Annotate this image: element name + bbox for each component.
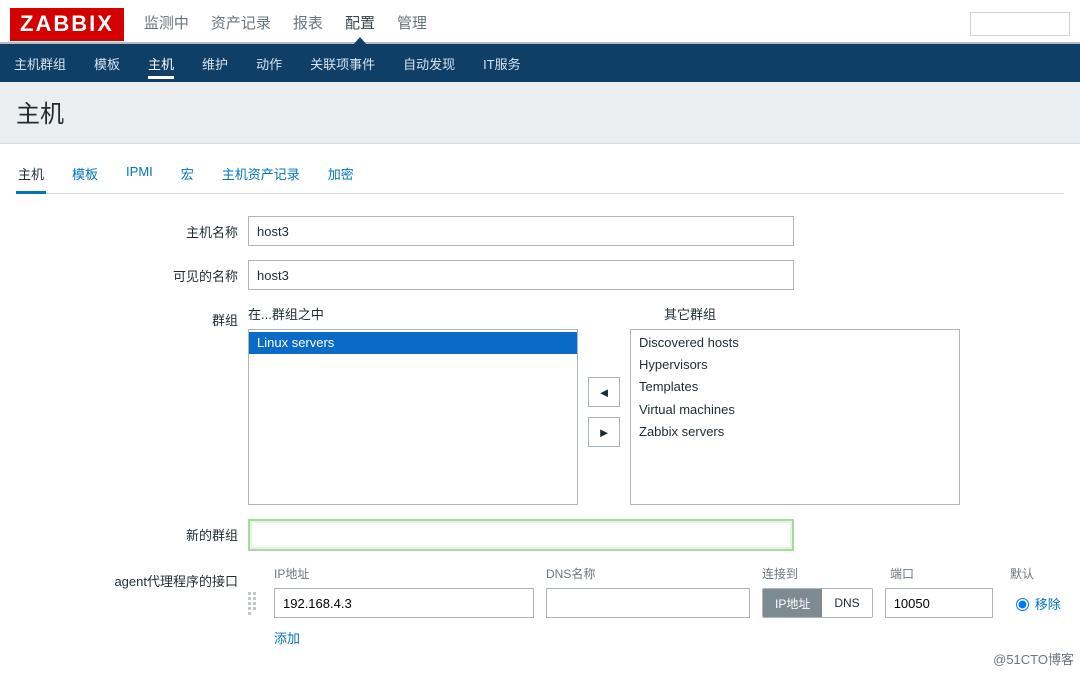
interface-remove-link[interactable]: 移除: [1035, 594, 1061, 613]
in-groups-listbox[interactable]: Linux servers: [248, 329, 578, 505]
new-group-input[interactable]: [248, 519, 794, 551]
other-group-option[interactable]: Virtual machines: [631, 399, 959, 421]
visible-name-input[interactable]: [248, 260, 794, 290]
connect-dns-button[interactable]: DNS: [822, 589, 871, 617]
top-bar: ZABBIX 监测中 资产记录 报表 配置 管理: [0, 0, 1080, 44]
subnav-itservices[interactable]: IT服务: [483, 44, 521, 83]
interface-port-input[interactable]: [885, 588, 993, 618]
connect-to-toggle: IP地址 DNS: [762, 588, 873, 618]
iface-header-port: 端口: [890, 565, 1010, 582]
iface-header-dns: DNS名称: [546, 565, 762, 582]
interface-ip-input[interactable]: [274, 588, 534, 618]
host-name-input[interactable]: [248, 216, 794, 246]
host-name-label: 主机名称: [16, 216, 248, 241]
move-left-button[interactable]: ◄: [588, 377, 620, 407]
global-search-input[interactable]: [970, 12, 1070, 36]
tab-ipmi[interactable]: IPMI: [124, 158, 155, 193]
interface-row: IP地址 DNS 移除: [248, 588, 1064, 618]
host-form: 主机名称 可见的名称 群组 在...群组之中 其它群组 Linux server…: [16, 216, 1064, 647]
tab-templates[interactable]: 模板: [70, 158, 100, 193]
interface-dns-input[interactable]: [546, 588, 750, 618]
subnav-discovery[interactable]: 自动发现: [403, 44, 455, 83]
subnav-hostgroups[interactable]: 主机群组: [14, 44, 66, 83]
connect-ip-button[interactable]: IP地址: [763, 589, 822, 617]
interface-headers: IP地址 DNS名称 连接到 端口 默认: [248, 565, 1064, 582]
main-nav: 监测中 资产记录 报表 配置 管理: [144, 6, 427, 43]
tab-macros[interactable]: 宏: [179, 158, 196, 193]
nav-reports[interactable]: 报表: [293, 6, 323, 43]
iface-header-connect: 连接到: [762, 565, 890, 582]
page-body: 主机 模板 IPMI 宏 主机资产记录 加密 主机名称 可见的名称 群组 在..…: [0, 144, 1080, 647]
subnav-hosts[interactable]: 主机: [148, 44, 174, 83]
tab-encryption[interactable]: 加密: [326, 158, 356, 193]
other-group-option[interactable]: Discovered hosts: [631, 332, 959, 354]
interface-add-link[interactable]: 添加: [248, 628, 300, 647]
iface-header-default: 默认: [1010, 565, 1034, 582]
subnav-actions[interactable]: 动作: [256, 44, 282, 83]
groups-label: 群组: [16, 304, 248, 329]
logo: ZABBIX: [10, 8, 124, 41]
watermark: @51CTO博客: [993, 649, 1074, 668]
agent-interfaces-label: agent代理程序的接口: [16, 565, 248, 590]
host-tabs: 主机 模板 IPMI 宏 主机资产记录 加密: [16, 158, 1064, 194]
other-groups-heading: 其它群组: [664, 304, 716, 323]
sub-nav: 主机群组 模板 主机 维护 动作 关联项事件 自动发现 IT服务: [0, 44, 1080, 82]
subnav-maintenance[interactable]: 维护: [202, 44, 228, 83]
new-group-label: 新的群组: [16, 519, 248, 544]
tab-host[interactable]: 主机: [16, 158, 46, 193]
triangle-right-icon: ►: [598, 425, 611, 440]
triangle-left-icon: ◄: [598, 385, 611, 400]
other-groups-listbox[interactable]: Discovered hosts Hypervisors Templates V…: [630, 329, 960, 505]
visible-name-label: 可见的名称: [16, 260, 248, 285]
subnav-correlation[interactable]: 关联项事件: [310, 44, 375, 83]
nav-monitoring[interactable]: 监测中: [144, 6, 189, 43]
drag-handle-icon[interactable]: [248, 592, 266, 615]
nav-inventory[interactable]: 资产记录: [211, 6, 271, 43]
subnav-templates[interactable]: 模板: [94, 44, 120, 83]
in-groups-heading: 在...群组之中: [248, 304, 578, 323]
tab-inventory[interactable]: 主机资产记录: [220, 158, 302, 193]
other-group-option[interactable]: Zabbix servers: [631, 421, 959, 443]
nav-administration[interactable]: 管理: [397, 6, 427, 43]
nav-configuration[interactable]: 配置: [345, 6, 375, 43]
iface-header-ip: IP地址: [274, 565, 546, 582]
other-group-option[interactable]: Hypervisors: [631, 354, 959, 376]
page-title: 主机: [16, 94, 1064, 129]
page-header: 主机: [0, 82, 1080, 144]
other-group-option[interactable]: Templates: [631, 376, 959, 398]
in-group-option[interactable]: Linux servers: [249, 332, 577, 354]
move-right-button[interactable]: ►: [588, 417, 620, 447]
interface-default-radio[interactable]: [1016, 598, 1029, 611]
